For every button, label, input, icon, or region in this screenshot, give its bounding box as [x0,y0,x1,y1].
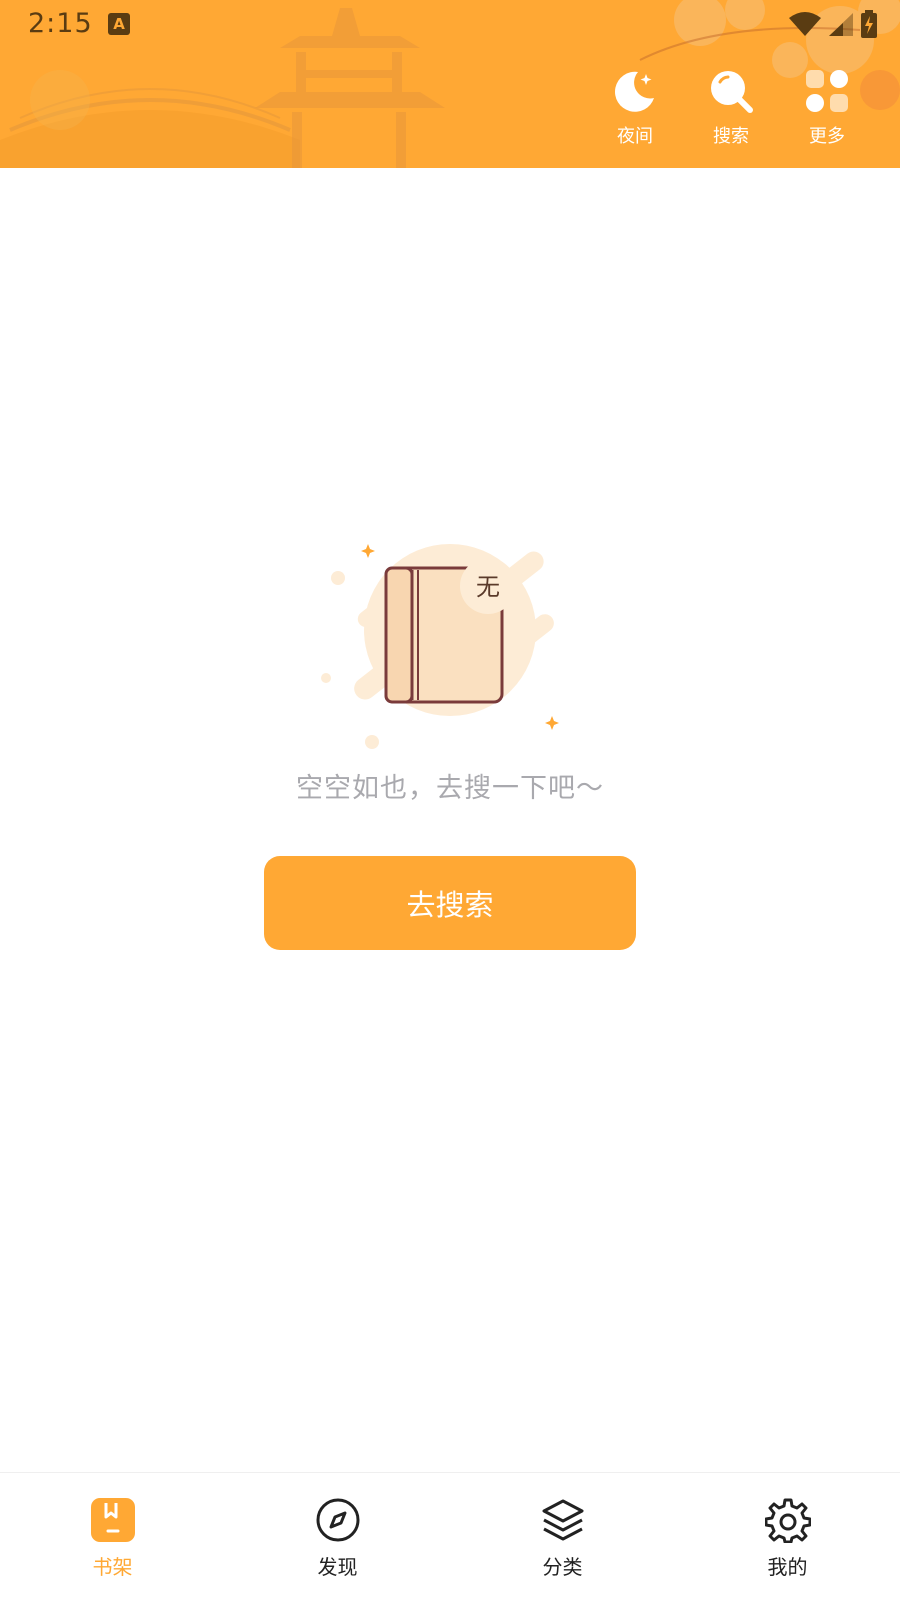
status-time: 2:15 [28,8,93,39]
nav-item-discover[interactable]: 发现 [225,1473,450,1601]
bookshelf-icon [90,1497,136,1543]
grid-icon [804,68,850,114]
more-button[interactable]: 更多 [802,68,852,152]
header-search-label: 搜索 [713,126,749,147]
header-actions: 夜间 搜索 更多 [610,68,852,152]
nav-label-category: 分类 [542,1555,583,1579]
layers-icon [540,1497,586,1543]
nav-item-mine[interactable]: 我的 [675,1473,900,1601]
bottom-nav: 书架 发现 分类 我的 [0,1472,900,1601]
compass-icon [315,1497,361,1543]
empty-message: 空空如也，去搜一下吧～ [296,773,604,804]
empty-book-illustration: 无 [321,544,559,749]
empty-state: 无 空空如也，去搜一下吧～ [0,530,900,805]
wifi-icon [788,12,821,36]
go-search-button[interactable]: 去搜索 [264,856,636,950]
night-mode-label: 夜间 [617,126,653,147]
nav-item-category[interactable]: 分类 [450,1473,675,1601]
settings-icon [764,1497,811,1543]
notification-app-icon: A [108,13,130,35]
cell-signal-icon [828,13,853,36]
nav-label-bookshelf: 书架 [92,1555,133,1579]
more-label: 更多 [809,126,845,147]
nav-item-bookshelf[interactable]: 书架 [0,1473,225,1601]
search-icon [708,68,754,114]
nav-label-discover: 发现 [317,1555,358,1579]
header-search-button[interactable]: 搜索 [706,68,756,152]
status-indicators [788,10,878,40]
nav-label-mine: 我的 [767,1555,808,1579]
moon-icon [612,68,658,114]
app-header: 2:15 A 夜间 搜索 更多 [0,0,900,168]
battery-charging-icon [861,10,877,38]
empty-badge-text: 无 [476,573,500,601]
night-mode-button[interactable]: 夜间 [610,68,660,152]
status-bar: 2:15 A [0,0,900,50]
